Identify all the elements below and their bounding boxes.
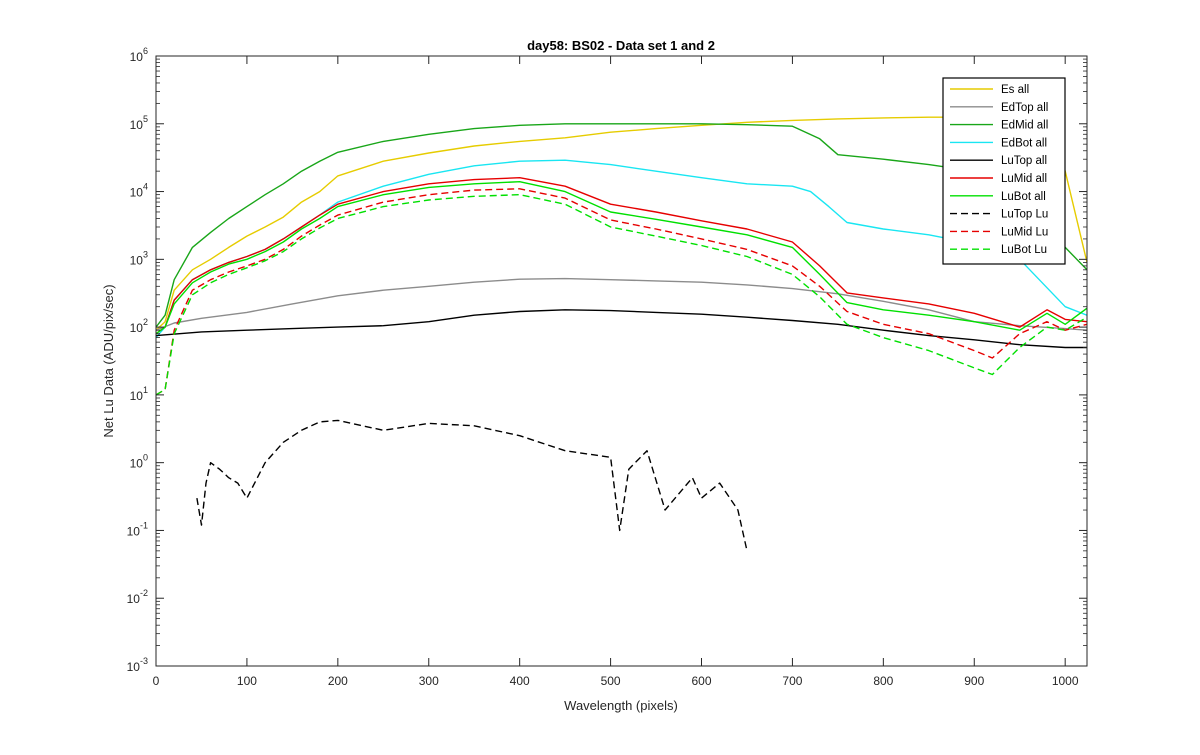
line-chart: 0 100 200 300 400 500 600 700 800 900 1000 10-3 10-2… [101, 38, 1088, 713]
y-tick-label: 10-3 [127, 656, 148, 674]
x-tick-label: 900 [964, 674, 984, 688]
x-axis-label: Wavelength (pixels) [564, 698, 678, 713]
y-tick-label: 10-1 [127, 520, 148, 538]
legend-label: EdTop all [1001, 102, 1048, 114]
y-tick-label: 103 [130, 249, 148, 267]
x-tick-label: 800 [873, 674, 893, 688]
y-axis-label: Net Lu Data (ADU/pix/sec) [101, 284, 116, 437]
y-tick-label: 101 [130, 385, 148, 403]
x-tick-label: 300 [419, 674, 439, 688]
y-tick-label: 104 [130, 182, 148, 200]
legend-label: EdMid all [1001, 120, 1048, 132]
y-tick-label: 106 [130, 46, 148, 64]
x-tick-label: 1000 [1052, 674, 1079, 688]
legend-label: Es all [1001, 84, 1029, 96]
legend-label: EdBot all [1001, 137, 1047, 149]
legend: Es all EdTop all EdMid all EdBot all LuTop a… [942, 77, 1066, 265]
x-tick-label: 0 [153, 674, 160, 688]
x-tick-label: 200 [328, 674, 348, 688]
legend-label: LuBot Lu [1001, 244, 1047, 256]
x-tick-label: 400 [510, 674, 530, 688]
legend-label: LuBot all [1001, 191, 1046, 203]
y-tick-label: 105 [130, 114, 148, 132]
chart-title: day58: BS02 - Data set 1 and 2 [527, 38, 715, 53]
y-tick-label: 102 [130, 317, 148, 335]
x-tick-label: 600 [691, 674, 711, 688]
x-tick-label: 500 [601, 674, 621, 688]
x-tick-label: 700 [782, 674, 802, 688]
x-tick-label: 100 [237, 674, 257, 688]
y-tick-label: 10-2 [127, 588, 148, 606]
legend-label: LuMid Lu [1001, 226, 1048, 238]
legend-label: LuTop all [1001, 155, 1047, 167]
y-tick-label: 100 [130, 453, 148, 471]
legend-label: LuTop Lu [1001, 209, 1048, 221]
figure: 0 100 200 300 400 500 600 700 800 900 1000 10-3 10-2… [0, 0, 1200, 750]
legend-label: LuMid all [1001, 173, 1047, 185]
